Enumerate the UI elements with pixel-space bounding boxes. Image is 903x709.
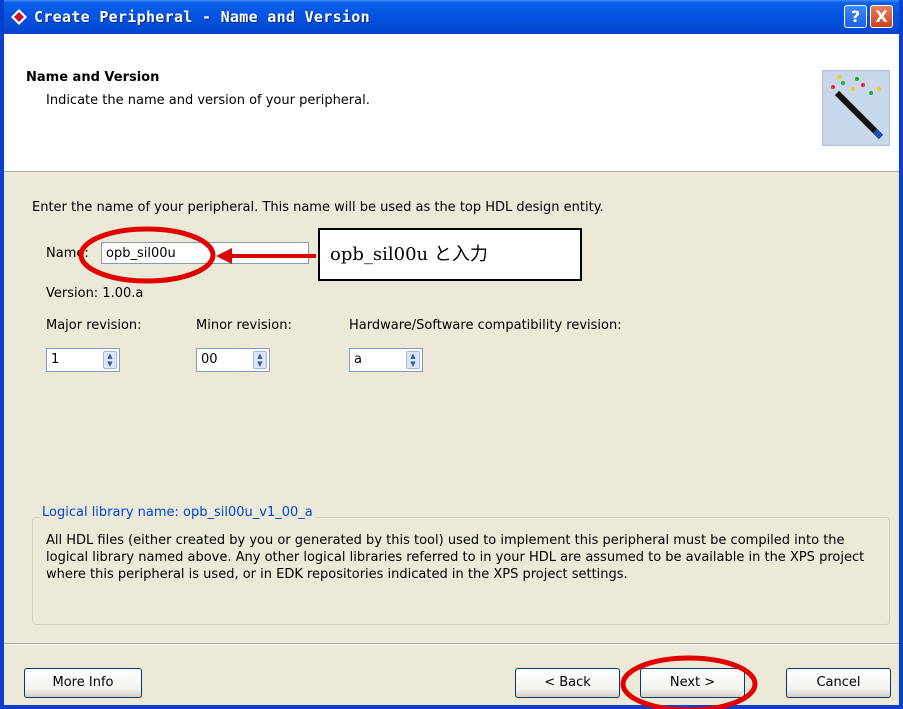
spinner-arrows-icon[interactable]: ▲ ▼ [103,351,117,369]
library-group-title: Logical library name: opb_sil00u_v1_00_a [40,505,315,520]
major-revision-label: Major revision: [46,318,142,333]
wizard-header: Name and Version Indicate the name and v… [4,34,899,172]
intro-text: Enter the name of your peripheral. This … [32,200,604,215]
spinner-arrows-icon[interactable]: ▲ ▼ [253,351,267,369]
spinner-arrows-icon[interactable]: ▲ ▼ [406,351,420,369]
version-text: Version: 1.00.a [46,286,144,301]
minor-revision-value: 00 [201,352,218,367]
major-revision-spinner[interactable]: 1 ▲ ▼ [46,348,120,372]
name-input[interactable] [101,242,309,264]
window-title: Create Peripheral - Name and Version [34,8,370,26]
back-button[interactable]: < Back [515,668,620,698]
minor-revision-spinner[interactable]: 00 ▲ ▼ [196,348,270,372]
major-revision-value: 1 [51,352,60,367]
close-button[interactable]: X [870,5,893,28]
annotation-callout: opb_sil00u と入力 [318,228,582,281]
title-bar[interactable]: Create Peripheral - Name and Version ? X [4,0,899,34]
hw-sw-revision-spinner[interactable]: a ▲ ▼ [349,348,423,372]
wizard-wand-icon [822,70,890,146]
page-title: Name and Version [26,70,160,85]
more-info-button[interactable]: More Info [24,668,142,698]
library-description: All HDL files (either created by you or … [46,533,865,582]
button-separator [4,643,899,645]
help-button[interactable]: ? [844,5,867,28]
hw-sw-revision-label: Hardware/Software compatibility revision… [349,318,622,333]
app-icon [11,9,27,25]
cancel-button[interactable]: Cancel [786,668,891,698]
minor-revision-label: Minor revision: [196,318,292,333]
hw-sw-revision-value: a [354,352,362,367]
page-subtitle: Indicate the name and version of your pe… [46,93,370,108]
next-button[interactable]: Next > [640,668,745,698]
dialog-window: Create Peripheral - Name and Version ? X… [0,0,903,709]
name-label: Name: [46,246,89,261]
